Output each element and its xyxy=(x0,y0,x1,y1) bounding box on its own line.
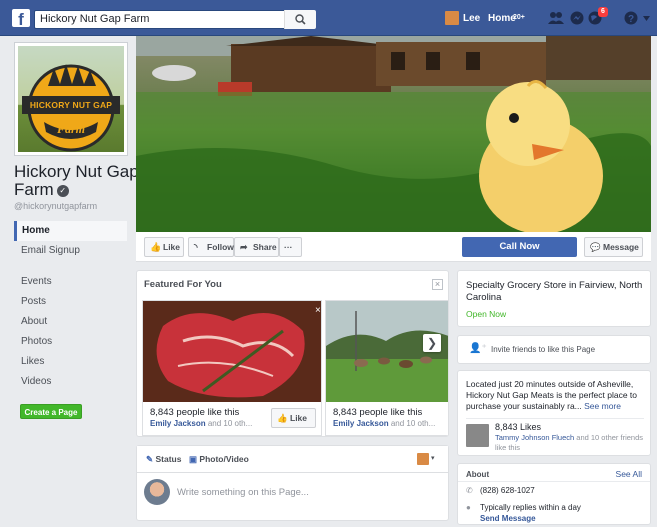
phone-row[interactable]: ✆ (828) 628-1027 xyxy=(466,486,535,495)
send-message-link[interactable]: Send Message xyxy=(480,514,536,523)
page-sidebar-nav: Home Email Signup Events Posts About Pho… xyxy=(14,221,127,392)
chevron-down-icon[interactable] xyxy=(643,16,650,21)
top-navigation-bar: f Hickory Nut Gap Farm Lee Home 20+ 6 ? xyxy=(0,0,657,36)
composer-tabs: ✎ Status ▣ Photo/Video ▾ xyxy=(137,446,448,473)
rss-follow-icon: ◝ xyxy=(194,242,198,252)
friend-avatar[interactable] xyxy=(466,424,489,447)
likes-count[interactable]: 8,843 Likes xyxy=(495,422,541,432)
page-action-bar: 👍 Like ◝ Follow ➦ Share ··· Call Now 💬 Messa… xyxy=(136,232,651,262)
see-more-link[interactable]: See more xyxy=(584,401,621,411)
featured-likes-count: 8,843 people like this xyxy=(333,407,423,418)
share-button[interactable]: ➦ Share xyxy=(234,237,279,257)
home-badge: 20+ xyxy=(513,14,525,21)
featured-title: Featured For You xyxy=(144,279,222,290)
logo-text-top: HICKORY NUT GAP xyxy=(29,100,113,110)
messenger-icon[interactable] xyxy=(570,11,584,25)
pencil-icon: ✎ xyxy=(146,454,154,464)
featured-friends: Emily Jackson and 10 oth... xyxy=(333,419,436,428)
post-composer: ✎ Status ▣ Photo/Video ▾ Write something… xyxy=(136,445,449,521)
chevron-down-icon[interactable]: ▾ xyxy=(431,454,435,462)
more-options-button[interactable]: ··· xyxy=(279,237,302,257)
featured-friends: Emily Jackson and 10 oth... xyxy=(150,419,253,428)
photo-icon: ▣ xyxy=(189,454,198,464)
steak-image: × xyxy=(143,301,321,402)
message-bubble-icon: ● xyxy=(466,503,471,512)
carousel-next-arrow-icon[interactable]: ❯ xyxy=(423,334,441,352)
message-bubble-icon: 💬 xyxy=(590,242,601,252)
logo-text-bottom: Farm xyxy=(56,122,85,136)
divider xyxy=(458,481,650,482)
response-time-row: ● Typically replies within a day xyxy=(466,503,581,512)
page-description: Located just 20 minutes outside of Ashev… xyxy=(466,379,638,411)
sidebar-item-about[interactable]: About xyxy=(14,312,127,332)
thumbs-up-icon: 👍 xyxy=(277,413,288,423)
thumbs-up-icon: 👍 xyxy=(150,242,162,252)
friends-who-like: Tammy Johnson Fluech and 10 other friend… xyxy=(495,433,643,452)
likes-summary: 8,843 Likes Tammy Johnson Fluech and 10 … xyxy=(466,418,644,452)
sidebar-item-home[interactable]: Home xyxy=(14,221,127,241)
create-page-button[interactable]: Create a Page xyxy=(20,404,82,419)
profile-link[interactable]: Lee xyxy=(463,12,480,26)
phone-icon: ✆ xyxy=(466,486,473,495)
featured-for-you-card: Featured For You × × 8,843 people like t… xyxy=(136,270,449,437)
about-title: About xyxy=(466,470,490,479)
business-info-card: Specialty Grocery Store in Fairview, Nor… xyxy=(457,270,651,327)
search-button[interactable] xyxy=(284,10,316,29)
like-page-button[interactable]: 👍 Like xyxy=(144,237,184,257)
add-friend-icon: 👤⁺ xyxy=(469,343,487,354)
sidebar-item-events[interactable]: Events xyxy=(14,272,127,292)
featured-item[interactable]: 8,843 people like this Emily Jackson and… xyxy=(325,300,448,436)
search-input[interactable]: Hickory Nut Gap Farm xyxy=(34,10,316,29)
cover-photo-image xyxy=(136,36,651,232)
sidebar-item-videos[interactable]: Videos xyxy=(14,372,127,392)
featured-item[interactable]: × 8,843 people like this Emily Jackson a… xyxy=(142,300,322,436)
friend-requests-icon[interactable] xyxy=(548,11,564,25)
composer-input[interactable]: Write something on this Page... xyxy=(177,487,309,498)
message-button[interactable]: 💬 Message xyxy=(584,237,643,257)
svg-text:?: ? xyxy=(628,14,634,25)
home-link[interactable]: Home xyxy=(488,12,516,26)
notifications-badge: 6 xyxy=(598,7,608,17)
svg-text:×: × xyxy=(315,305,321,316)
user-avatar[interactable] xyxy=(445,11,459,25)
featured-likes-count: 8,843 people like this xyxy=(150,407,240,418)
featured-like-button[interactable]: 👍 Like xyxy=(271,408,316,428)
profile-picture[interactable]: HICKORY NUT GAP Farm xyxy=(14,42,128,156)
invite-text: Invite friends to like this Page xyxy=(491,345,596,354)
status-tab[interactable]: ✎ Status xyxy=(146,454,181,465)
close-icon[interactable]: × xyxy=(432,279,443,290)
cover-photo[interactable] xyxy=(136,36,651,232)
follow-button[interactable]: ◝ Follow xyxy=(188,237,234,257)
farm-logo: HICKORY NUT GAP Farm xyxy=(18,46,124,152)
help-icon[interactable]: ? xyxy=(624,11,638,25)
sidebar-item-likes[interactable]: Likes xyxy=(14,352,127,372)
verified-badge-icon: ✓ xyxy=(56,185,69,197)
search-icon xyxy=(295,14,306,25)
about-card: About See All ✆ (828) 628-1027 ● Typically… xyxy=(457,463,651,525)
post-as-avatar[interactable] xyxy=(417,453,429,465)
sidebar-item-email-signup[interactable]: Email Signup xyxy=(14,241,127,272)
sidebar-item-photos[interactable]: Photos xyxy=(14,332,127,352)
facebook-logo-icon[interactable]: f xyxy=(12,9,30,27)
see-all-link[interactable]: See All xyxy=(616,469,642,479)
call-now-button[interactable]: Call Now xyxy=(462,237,577,257)
sidebar-item-posts[interactable]: Posts xyxy=(14,292,127,312)
avatar xyxy=(144,479,170,505)
page-title[interactable]: Hickory Nut Gap Farm ✓ xyxy=(14,163,139,199)
share-arrow-icon: ➦ xyxy=(240,242,248,252)
business-category[interactable]: Specialty Grocery Store in Fairview, Nor… xyxy=(466,280,644,304)
invite-friends-card[interactable]: 👤⁺ Invite friends to like this Page xyxy=(457,335,651,364)
photo-video-tab[interactable]: ▣ Photo/Video xyxy=(189,454,249,465)
page-username[interactable]: @hickorynutgapfarm xyxy=(14,201,97,211)
open-status: Open Now xyxy=(466,309,507,319)
page-description-card: Located just 20 minutes outside of Ashev… xyxy=(457,370,651,456)
